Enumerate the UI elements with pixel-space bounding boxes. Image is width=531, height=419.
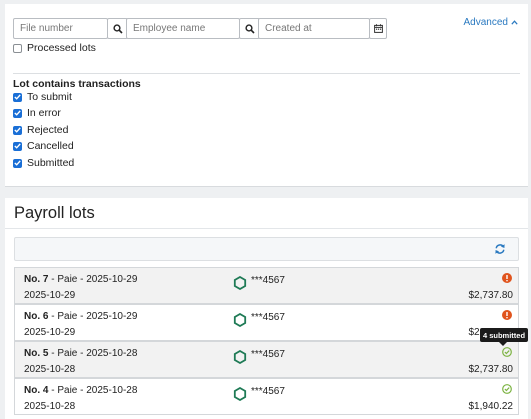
lot-number: No. 4 xyxy=(24,385,49,396)
bank-hexagon-icon xyxy=(233,276,247,290)
filter-divider xyxy=(13,73,520,74)
check-icon xyxy=(14,110,21,116)
bank-hexagon-icon xyxy=(233,350,247,364)
created-at-field[interactable] xyxy=(258,18,370,39)
processed-lots-checkbox[interactable] xyxy=(13,43,22,53)
file-number-input[interactable] xyxy=(14,19,107,38)
lot-title: No. 5 - Paie - 2025-10-28 xyxy=(24,348,137,359)
bank-hexagon-icon xyxy=(233,313,247,327)
account-number: ***4567 xyxy=(251,386,285,397)
lot-date: 2025-10-28 xyxy=(24,401,76,412)
submitted-checkbox[interactable] xyxy=(13,158,22,168)
employee-name-input[interactable] xyxy=(127,19,239,38)
lot-row[interactable]: No. 7 - Paie - 2025-10-29 2025-10-29 ***… xyxy=(14,267,519,304)
check-icon xyxy=(14,143,21,149)
bank-hexagon-icon xyxy=(233,387,247,401)
check-icon xyxy=(14,94,21,100)
to-submit-checkbox[interactable] xyxy=(13,92,22,102)
lot-row[interactable]: No. 5 - Paie - 2025-10-28 2025-10-28 ***… xyxy=(14,341,519,378)
processed-lots-label: Processed lots xyxy=(27,42,96,54)
lot-date: 2025-10-28 xyxy=(24,364,76,375)
option-cancelled[interactable]: Cancelled xyxy=(13,140,74,152)
cancelled-checkbox[interactable] xyxy=(13,141,22,151)
search-icon xyxy=(112,23,123,34)
cancelled-label: Cancelled xyxy=(27,140,74,152)
lots-toolbar xyxy=(14,237,519,261)
option-rejected[interactable]: Rejected xyxy=(13,124,68,136)
rejected-label: Rejected xyxy=(27,124,69,136)
option-to-submit[interactable]: To submit xyxy=(13,91,72,103)
advanced-label: Advanced xyxy=(463,17,508,28)
rejected-checkbox[interactable] xyxy=(13,125,22,135)
advanced-toggle[interactable]: Advanced xyxy=(464,17,518,28)
account-number: ***4567 xyxy=(251,349,285,360)
check-icon xyxy=(14,160,21,166)
error-icon xyxy=(502,310,512,320)
employee-name-field[interactable] xyxy=(126,18,240,39)
filter-panel: Advanced Processed lots Lot contains tra… xyxy=(5,4,528,187)
lot-title: No. 6 - Paie - 2025-10-29 xyxy=(24,311,137,322)
lot-description: - Paie - 2025-10-29 xyxy=(48,274,138,285)
lot-number: No. 5 xyxy=(24,348,49,359)
file-number-field[interactable] xyxy=(13,18,108,39)
title-divider xyxy=(5,228,528,229)
calendar-button[interactable] xyxy=(369,18,387,39)
lot-row[interactable]: No. 6 - Paie - 2025-10-29 2025-10-29 ***… xyxy=(14,304,519,341)
lot-description: - Paie - 2025-10-28 xyxy=(48,348,138,359)
option-submitted[interactable]: Submitted xyxy=(13,157,74,169)
calendar-icon xyxy=(373,24,383,33)
check-circle-icon[interactable] xyxy=(502,347,512,357)
lot-amount: $2,737.80 xyxy=(468,364,514,375)
file-number-search-button[interactable] xyxy=(107,18,128,39)
in-error-checkbox[interactable] xyxy=(13,108,22,118)
lot-row[interactable]: No. 4 - Paie - 2025-10-28 2025-10-28 ***… xyxy=(14,378,519,415)
lot-description: - Paie - 2025-10-29 xyxy=(48,311,138,322)
created-at-input[interactable] xyxy=(259,19,369,38)
lot-title: No. 7 - Paie - 2025-10-29 xyxy=(24,274,137,285)
check-circle-icon[interactable] xyxy=(502,384,512,394)
account-number: ***4567 xyxy=(251,275,285,286)
lot-title: No. 4 - Paie - 2025-10-28 xyxy=(24,385,137,396)
transactions-section-title: Lot contains transactions xyxy=(13,78,141,90)
lot-amount: $1,940.22 xyxy=(468,401,514,412)
page-title: Payroll lots xyxy=(14,204,95,222)
error-icon xyxy=(502,273,512,283)
lot-amount: $2,737.80 xyxy=(468,290,514,301)
lot-description: - Paie - 2025-10-28 xyxy=(48,385,138,396)
lot-date: 2025-10-29 xyxy=(24,327,76,338)
status-tooltip: 4 submitted xyxy=(480,328,528,346)
submitted-label: Submitted xyxy=(27,157,75,169)
in-error-label: In error xyxy=(27,107,61,119)
option-in-error[interactable]: In error xyxy=(13,107,61,119)
refresh-icon[interactable] xyxy=(494,243,506,255)
processed-lots-option[interactable]: Processed lots xyxy=(13,42,96,54)
search-icon xyxy=(244,23,255,34)
chevron-up-icon xyxy=(511,20,518,25)
lot-number: No. 6 xyxy=(24,311,49,322)
check-icon xyxy=(14,127,21,133)
lot-number: No. 7 xyxy=(24,274,49,285)
account-number: ***4567 xyxy=(251,312,285,323)
to-submit-label: To submit xyxy=(27,91,72,103)
employee-search-button[interactable] xyxy=(239,18,260,39)
lot-date: 2025-10-29 xyxy=(24,290,76,301)
